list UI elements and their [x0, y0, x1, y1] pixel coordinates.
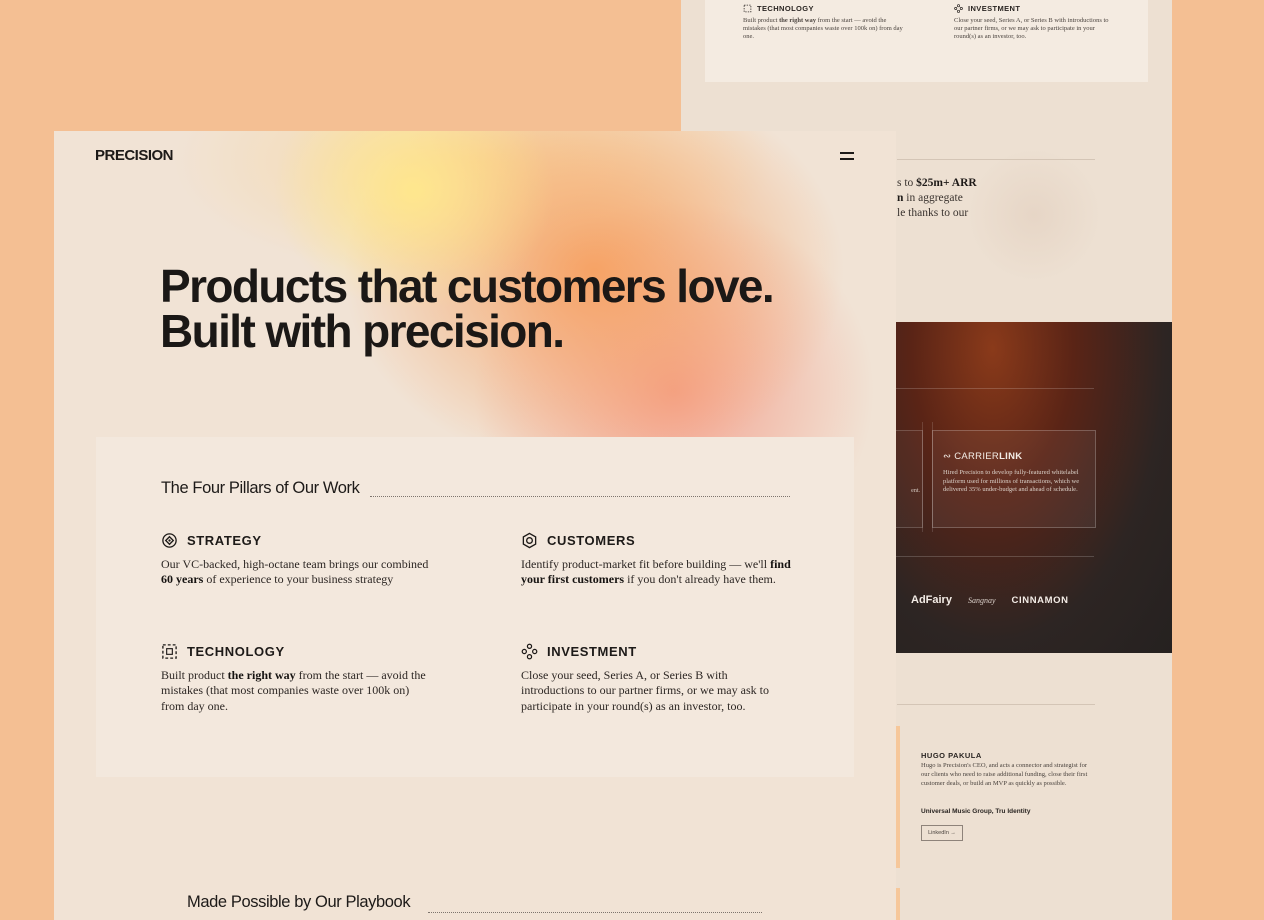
nodes-icon — [521, 643, 538, 660]
hero-heading: Products that customers love. Built with… — [160, 260, 775, 357]
client-logos: AdFairy Sangnay CINNAMON — [911, 594, 1069, 606]
pillar-strategy: STRATEGY Our VC-backed, high-octane team… — [161, 532, 433, 588]
pillar-technology: TECHNOLOGY Built product the right way f… — [161, 643, 433, 714]
target-icon — [162, 533, 177, 548]
pillar-title: INVESTMENT — [547, 644, 637, 659]
person-accent-bar — [896, 888, 900, 920]
cinnamon-logo: CINNAMON — [1011, 594, 1069, 606]
person-bio: Hugo is Precision's CEO, and acts a conn… — [921, 762, 1088, 787]
brand-logo[interactable]: PRECISION — [95, 147, 174, 164]
case-study-card-carrierlink[interactable]: ∾ CARRIERLINK Hired Precision to develop… — [932, 430, 1096, 528]
pillars-card: The Four Pillars of Our Work STRATEGY Ou… — [96, 437, 854, 777]
divider — [896, 556, 1094, 557]
main-page: PRECISION Products that customers love. … — [54, 131, 896, 920]
dotted-divider — [370, 496, 790, 497]
person-clients: Universal Music Group, Tru Identity — [921, 808, 1031, 815]
case-studies-section: ent. ∾ CARRIERLINK Hired Precision to de… — [896, 322, 1172, 653]
divider — [897, 704, 1095, 705]
pillar-text: Close your seed, Series A, or Series B w… — [521, 668, 769, 713]
pillars-section-title: The Four Pillars of Our Work — [161, 479, 360, 497]
mini-pillar-title: TECHNOLOGY — [757, 4, 814, 13]
link-icon: ∾ — [943, 451, 952, 462]
playbook-section-title: Made Possible by Our Playbook — [187, 893, 411, 911]
case-study-card-partial[interactable]: ent. — [896, 430, 923, 528]
mini-pillar-investment: INVESTMENT Close your seed, Series A, or… — [954, 4, 1114, 42]
dashed-square-icon — [743, 4, 752, 13]
menu-icon — [840, 152, 854, 154]
pillar-title: STRATEGY — [187, 533, 262, 548]
mini-pillar-text: Built product the right way from the sta… — [743, 17, 903, 41]
divider — [896, 388, 1094, 389]
carrierlink-logo: ∾ CARRIERLINK — [943, 451, 1023, 462]
hero-line-1: Products that customers love. — [160, 260, 775, 312]
mini-pillar-technology: TECHNOLOGY Built product the right way f… — [743, 4, 903, 42]
case-study-text: Hired Precision to develop fully-feature… — [943, 469, 1080, 494]
pillar-text: Built product the right way from the sta… — [161, 668, 426, 713]
person-accent-bar — [896, 726, 900, 868]
nodes-icon — [954, 4, 963, 13]
mini-pillars-card: TECHNOLOGY Built product the right way f… — [705, 0, 1148, 82]
person-name: HUGO PAKULA — [921, 751, 982, 760]
hero-line-2: Built with precision. — [160, 305, 565, 357]
pillar-title: TECHNOLOGY — [187, 644, 285, 659]
menu-button[interactable] — [838, 149, 858, 163]
dashed-square-icon — [162, 644, 177, 659]
adfairy-logo: AdFairy — [911, 594, 952, 606]
arr-stat-text: s to $25m+ ARR n in aggregate le thanks … — [897, 177, 977, 219]
pillar-investment: INVESTMENT Close your seed, Series A, or… — [521, 643, 793, 714]
mini-pillar-title: INVESTMENT — [968, 4, 1021, 13]
script-logo: Sangnay — [967, 595, 996, 605]
dotted-divider — [428, 912, 762, 913]
mini-pillar-text: Close your seed, Series A, or Series B w… — [954, 17, 1109, 41]
pillar-text: Identify product-market fit before build… — [521, 557, 791, 587]
hexagon-icon — [522, 532, 537, 549]
pillar-text: Our VC-backed, high-octane team brings o… — [161, 557, 429, 587]
pillar-customers: CUSTOMERS Identify product-market fit be… — [521, 532, 793, 588]
pillar-title: CUSTOMERS — [547, 533, 636, 548]
linkedin-button[interactable]: LinkedIn → — [921, 825, 963, 841]
menu-icon — [840, 158, 854, 160]
